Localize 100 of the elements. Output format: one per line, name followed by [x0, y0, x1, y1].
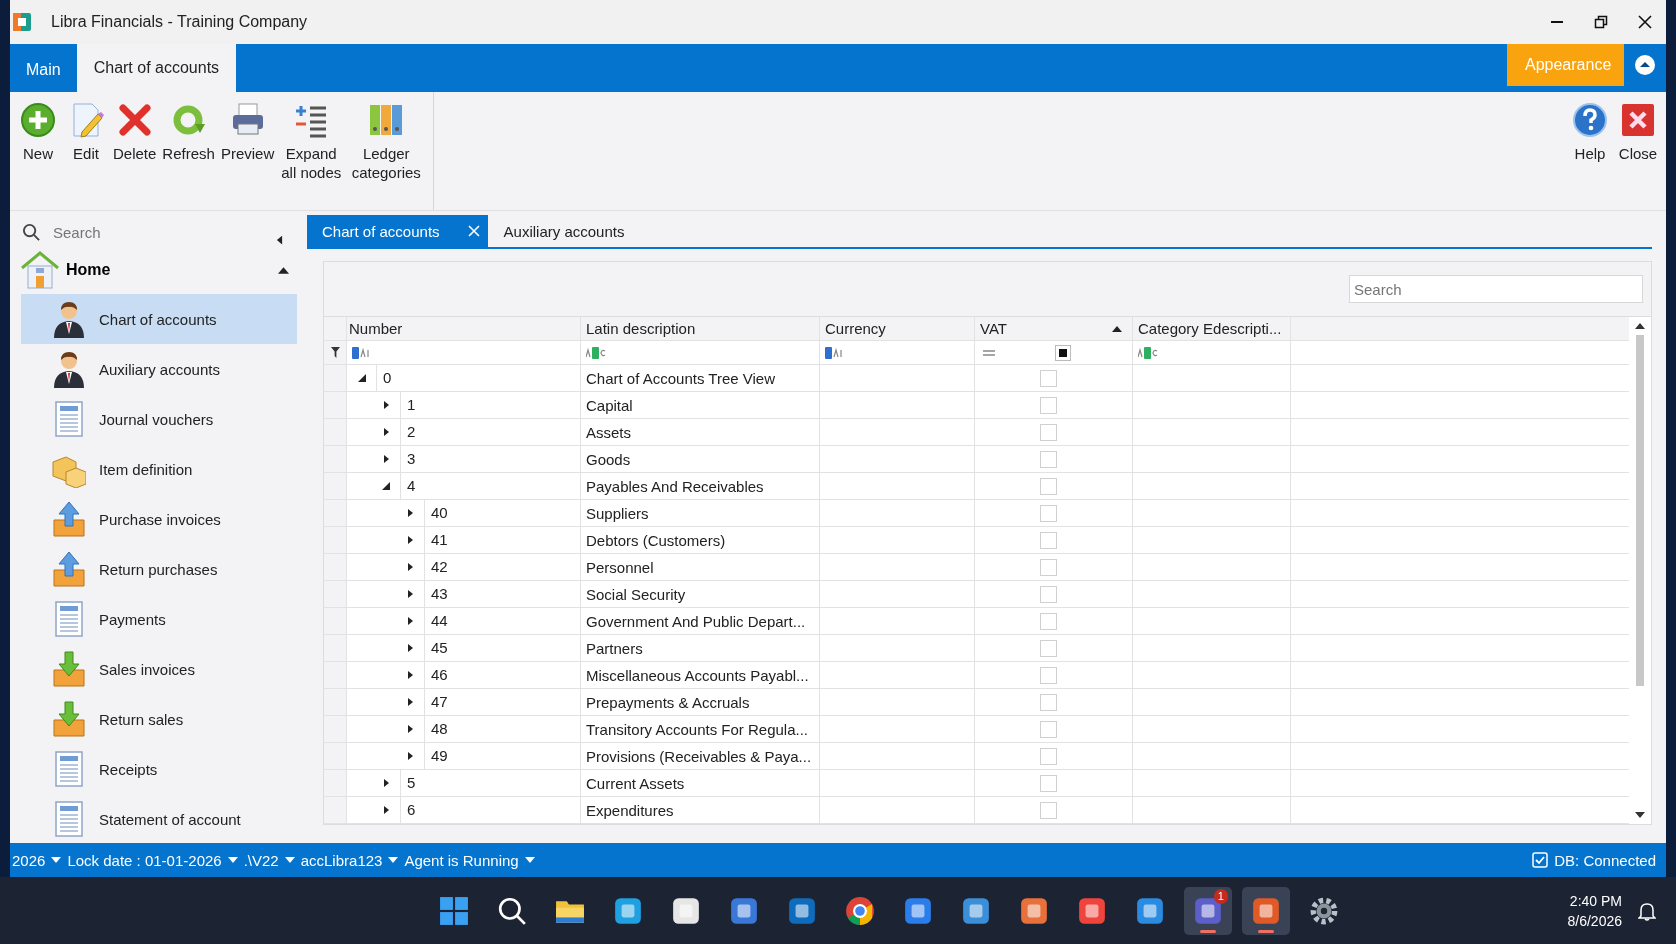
restore-icon[interactable]: [1594, 15, 1608, 29]
sidebar-item[interactable]: Chart of accounts: [21, 294, 297, 344]
tree-expander-icon[interactable]: [357, 373, 367, 383]
search-field[interactable]: Search: [1349, 275, 1643, 303]
toolbar-button[interactable]: Delete: [110, 100, 160, 165]
table-cell: 47: [424, 689, 580, 715]
scroll-down-icon[interactable]: [1635, 812, 1645, 818]
tree-expander-icon[interactable]: [405, 616, 415, 626]
checkbox[interactable]: [1040, 693, 1057, 711]
checkbox[interactable]: [1040, 612, 1057, 630]
document-tab[interactable]: Auxiliary accounts: [487, 215, 641, 247]
scrollbar[interactable]: [1629, 317, 1651, 824]
tree-expander-icon[interactable]: [381, 805, 391, 815]
taskbar-app[interactable]: [1241, 886, 1290, 935]
notification-bell-icon[interactable]: [1638, 900, 1656, 921]
collapse-section-icon[interactable]: [278, 266, 289, 274]
collapse-ribbon-icon[interactable]: [1634, 54, 1656, 76]
tree-expander-icon[interactable]: [405, 751, 415, 761]
checkbox[interactable]: [1040, 774, 1057, 792]
column-header[interactable]: Number: [347, 317, 581, 341]
tree-expander-icon[interactable]: [405, 670, 415, 680]
checkbox[interactable]: [1040, 666, 1057, 684]
checkbox[interactable]: [1040, 747, 1057, 765]
close-icon[interactable]: [1638, 15, 1652, 29]
tree-expander-icon[interactable]: [405, 535, 415, 545]
sidebar-item[interactable]: Purchase invoices: [21, 494, 297, 544]
tray-download-icon: [52, 650, 86, 688]
tree-expander-icon[interactable]: [381, 454, 391, 464]
tree-expander-icon[interactable]: [381, 427, 391, 437]
table-cell: 44: [424, 608, 580, 634]
sidebar-item[interactable]: Item definition: [21, 444, 297, 494]
clock-time: 2:40 PM: [1569, 891, 1622, 911]
table-cell: 45: [424, 635, 580, 661]
search-field[interactable]: Search: [51, 223, 225, 242]
document-icon: [52, 600, 86, 638]
close-tab-icon[interactable]: [467, 225, 480, 237]
tree-expander-icon[interactable]: [405, 643, 415, 653]
checkbox[interactable]: [1040, 423, 1057, 441]
tree-expander-icon[interactable]: [381, 778, 391, 788]
filter-icon[interactable]: [330, 347, 340, 359]
toolbar-button[interactable]: New: [14, 100, 62, 165]
toolbar-button[interactable]: Expand all nodes: [277, 100, 346, 184]
checkbox-filter-icon[interactable]: [1055, 344, 1071, 361]
checkbox[interactable]: [1040, 477, 1057, 495]
checkbox[interactable]: [1040, 531, 1057, 549]
tree-expander-icon[interactable]: [405, 697, 415, 707]
document-icon: [52, 800, 86, 838]
toolbar-button[interactable]: Close: [1614, 100, 1662, 165]
toolbar-button[interactable]: Edit: [62, 100, 110, 165]
table-cell: Expenditures: [586, 801, 674, 819]
column-header[interactable]: Currency: [820, 317, 975, 341]
checkbox[interactable]: [1040, 720, 1057, 738]
column-header[interactable]: VAT: [975, 317, 1133, 341]
checkbox[interactable]: [1040, 504, 1057, 522]
document-icon: [52, 750, 86, 788]
checkbox[interactable]: [1040, 558, 1057, 576]
tree-expander-icon[interactable]: [381, 400, 391, 410]
taskbar-app[interactable]: 1: [1183, 886, 1232, 935]
column-header[interactable]: Category Edescripti...: [1133, 317, 1291, 341]
scroll-thumb[interactable]: [1636, 335, 1644, 686]
sidebar-item[interactable]: Receipts: [21, 744, 297, 794]
toolbar-button[interactable]: Ledger categories: [345, 100, 428, 184]
scroll-up-icon[interactable]: [1635, 323, 1645, 329]
tree-expander-icon[interactable]: [405, 724, 415, 734]
status-dropdown[interactable]: Lock date : 01-01-2026: [67, 851, 244, 869]
sidebar-item[interactable]: Sales invoices: [21, 644, 297, 694]
checkbox[interactable]: [1040, 369, 1057, 387]
status-dropdown[interactable]: Agent is Running: [404, 851, 541, 869]
sidebar-item[interactable]: Payments: [21, 594, 297, 644]
checkbox[interactable]: [1040, 585, 1057, 603]
checkbox[interactable]: [1040, 450, 1057, 468]
sidebar-item[interactable]: Auxiliary accounts: [21, 344, 297, 394]
tree-expander-icon[interactable]: [405, 589, 415, 599]
caret-icon: [284, 857, 295, 863]
text-filter-icon[interactable]: [586, 346, 606, 359]
ribbon-tab[interactable]: Chart of accounts: [76, 44, 237, 92]
notification-badge: 1: [1213, 888, 1228, 904]
tree-expander-icon[interactable]: [381, 481, 391, 491]
document-tab[interactable]: Chart of accounts: [307, 215, 488, 247]
status-dropdown[interactable]: .\V22: [243, 851, 301, 869]
status-dropdown[interactable]: 2026: [12, 851, 68, 869]
status-dropdown[interactable]: accLibra123: [300, 851, 405, 869]
column-header[interactable]: Latin description: [581, 317, 820, 341]
sidebar-item[interactable]: Journal vouchers: [21, 394, 297, 444]
toolbar-button[interactable]: Preview: [217, 100, 278, 165]
tree-expander-icon[interactable]: [405, 508, 415, 518]
text-filter-icon[interactable]: [825, 346, 845, 359]
checkbox[interactable]: [1040, 396, 1057, 414]
text-filter-icon[interactable]: [1138, 346, 1158, 359]
text-filter-icon[interactable]: [352, 346, 372, 359]
collapse-sidebar-icon[interactable]: [276, 235, 283, 245]
checkbox[interactable]: [1040, 639, 1057, 657]
checkbox[interactable]: [1040, 801, 1057, 819]
toolbar-button[interactable]: Help: [1566, 100, 1614, 165]
sidebar-item[interactable]: Return purchases: [21, 544, 297, 594]
ribbon-tab[interactable]: Main: [10, 48, 77, 92]
toolbar-button[interactable]: Refresh: [159, 100, 218, 165]
sidebar-item[interactable]: Return sales: [21, 694, 297, 744]
close-icon: [1620, 102, 1656, 138]
tree-expander-icon[interactable]: [405, 562, 415, 572]
